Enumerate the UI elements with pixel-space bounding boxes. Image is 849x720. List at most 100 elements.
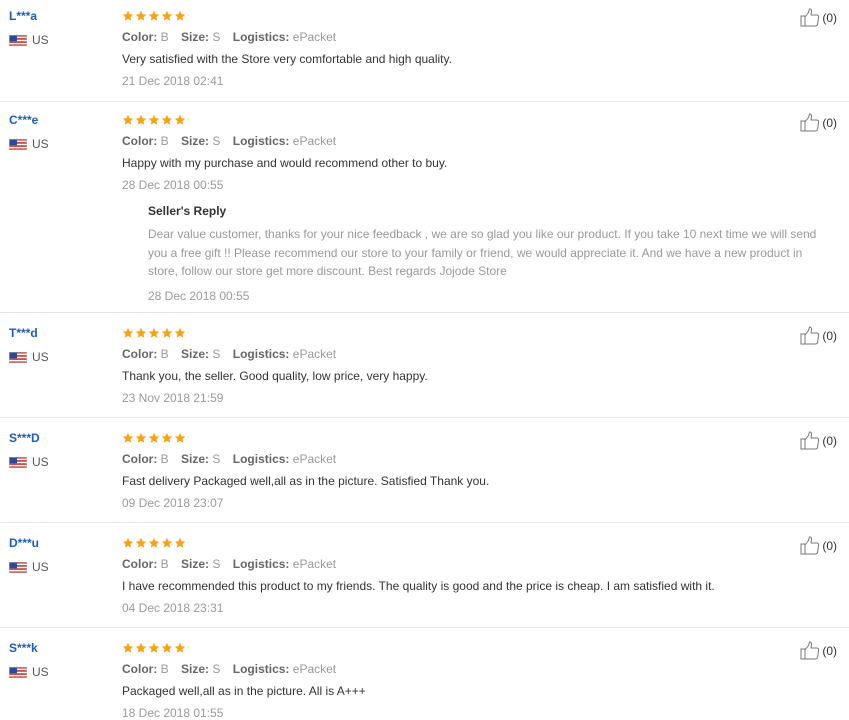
size-value: S [212, 347, 221, 361]
reviewer-country: US [9, 33, 49, 47]
reviewer-info: S***k US [9, 641, 49, 679]
reviewer-info: L***a US [9, 9, 49, 47]
order-attributes: Color: B Size: S Logistics: ePacket [122, 662, 789, 676]
logistics-value: ePacket [292, 662, 337, 676]
size-label: Size: [181, 452, 210, 466]
logistics-value: ePacket [292, 347, 337, 361]
rating-end-mark: · [187, 328, 190, 337]
size-label: Size: [181, 662, 210, 676]
star-icon [135, 537, 147, 548]
order-attributes: Color: B Size: S Logistics: ePacket [122, 557, 789, 571]
star-rating: · [122, 9, 789, 23]
star-icon [174, 114, 186, 125]
color-value: B [160, 452, 169, 466]
review-date: 21 Dec 2018 02:41 [122, 74, 224, 88]
review-content: · Color: B Size: S Logistics: ePacket Th… [122, 326, 789, 405]
thumbs-up-icon[interactable] [800, 431, 820, 450]
size-label: Size: [181, 347, 210, 361]
color-label: Color: [122, 134, 158, 148]
star-icon [122, 432, 134, 443]
helpful-count: (0) [822, 115, 837, 130]
reviewer-name: L***a [9, 9, 38, 23]
review-text: Fast delivery Packaged well,all as in th… [122, 474, 490, 488]
star-rating: · [122, 113, 789, 127]
star-icon [135, 432, 147, 443]
logistics-label: Logistics: [232, 557, 290, 571]
helpful-count: (0) [822, 538, 837, 553]
review-text: I have recommended this product to my fr… [122, 579, 715, 593]
rating-end-mark: · [187, 11, 190, 20]
country-code: US [32, 665, 49, 679]
size-value: S [212, 30, 221, 44]
star-rating: · [122, 431, 789, 445]
review-item: S***k US · Color: B Size: S Logistics: e… [0, 628, 849, 720]
helpful-count: (0) [822, 328, 837, 343]
logistics-label: Logistics: [232, 30, 290, 44]
order-attributes: Color: B Size: S Logistics: ePacket [122, 347, 789, 361]
reviewer-info: S***D US [9, 431, 49, 469]
reviewer-country: US [9, 455, 49, 469]
helpful-button[interactable]: (0) [800, 641, 837, 660]
star-rating: · [122, 536, 789, 550]
star-rating: · [122, 326, 789, 340]
seller-reply-text: Dear value customer, thanks for your nic… [148, 227, 817, 278]
star-icon [174, 327, 186, 338]
review-content: · Color: B Size: S Logistics: ePacket I … [122, 536, 789, 615]
logistics-label: Logistics: [232, 662, 290, 676]
reviewer-country: US [9, 560, 49, 574]
helpful-button[interactable]: (0) [800, 8, 837, 27]
reviewer-info: T***d US [9, 326, 49, 364]
reviewer-name: T***d [9, 326, 38, 340]
seller-reply-title: Seller's Reply [148, 204, 227, 218]
helpful-button[interactable]: (0) [800, 536, 837, 555]
review-text: Very satisfied with the Store very comfo… [122, 52, 452, 66]
us-flag-icon [9, 561, 27, 573]
country-code: US [32, 33, 49, 47]
thumbs-up-icon[interactable] [800, 113, 820, 132]
us-flag-icon [9, 138, 27, 150]
reviewer-info: D***u US [9, 536, 49, 574]
helpful-count: (0) [822, 643, 837, 658]
color-value: B [160, 347, 169, 361]
review-text: Thank you, the seller. Good quality, low… [122, 369, 428, 383]
thumbs-up-icon[interactable] [800, 326, 820, 345]
thumbs-up-icon[interactable] [800, 8, 820, 27]
color-label: Color: [122, 557, 158, 571]
review-item: L***a US · Color: B Size: S Logistics: e… [0, 0, 849, 102]
reviewer-name: S***D [9, 431, 40, 445]
helpful-button[interactable]: (0) [800, 113, 837, 132]
review-text: Packaged well,all as in the picture. All… [122, 684, 366, 698]
star-icon [174, 432, 186, 443]
review-text: Happy with my purchase and would recomme… [122, 156, 448, 170]
star-icon [122, 114, 134, 125]
star-icon [148, 10, 160, 21]
country-code: US [32, 137, 49, 151]
helpful-button[interactable]: (0) [800, 326, 837, 345]
us-flag-icon [9, 666, 27, 678]
thumbs-up-icon[interactable] [800, 536, 820, 555]
reviewer-country: US [9, 350, 49, 364]
logistics-value: ePacket [292, 30, 337, 44]
rating-end-mark: · [187, 433, 190, 442]
size-value: S [212, 557, 221, 571]
color-value: B [160, 30, 169, 44]
review-date: 28 Dec 2018 00:55 [122, 178, 224, 192]
us-flag-icon [9, 34, 27, 46]
star-icon [174, 10, 186, 21]
reviewer-name: S***k [9, 641, 38, 655]
helpful-button[interactable]: (0) [800, 431, 837, 450]
thumbs-up-icon[interactable] [800, 641, 820, 660]
reviewer-country: US [9, 665, 49, 679]
review-content: · Color: B Size: S Logistics: ePacket Fa… [122, 431, 789, 510]
order-attributes: Color: B Size: S Logistics: ePacket [122, 452, 789, 466]
star-icon [122, 642, 134, 653]
star-icon [174, 642, 186, 653]
country-code: US [32, 350, 49, 364]
star-icon [161, 327, 173, 338]
color-label: Color: [122, 30, 158, 44]
star-icon [135, 114, 147, 125]
us-flag-icon [9, 351, 27, 363]
star-icon [148, 642, 160, 653]
star-icon [122, 327, 134, 338]
star-icon [135, 642, 147, 653]
